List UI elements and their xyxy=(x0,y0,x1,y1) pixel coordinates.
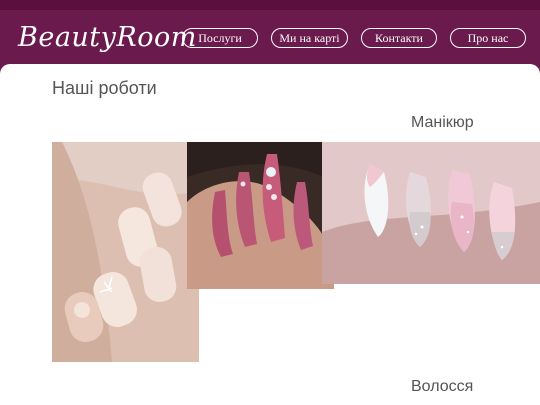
logo[interactable]: BeautyRoom xyxy=(18,22,197,53)
top-strip xyxy=(0,0,540,10)
nav-map-button[interactable]: Ми на карті xyxy=(271,28,348,48)
manicure-photo-2[interactable] xyxy=(187,142,334,289)
manicure-photo-1[interactable] xyxy=(52,142,199,362)
nav-about-button[interactable]: Про нас xyxy=(450,28,526,48)
section-title: Наші роботи xyxy=(52,78,157,98)
category-label-manicure: Манікюр xyxy=(411,114,474,131)
manicure-photo-3[interactable] xyxy=(322,142,540,284)
nav-contacts-button[interactable]: Контакти xyxy=(361,28,437,48)
category-label-hair: Волосся xyxy=(411,378,474,395)
site-header: BeautyRoom Послуги Ми на карті Контакти … xyxy=(0,10,540,66)
nav-services-button[interactable]: Послуги xyxy=(182,28,258,48)
main-content: Наші роботи Манікюр Волосся xyxy=(0,64,540,405)
